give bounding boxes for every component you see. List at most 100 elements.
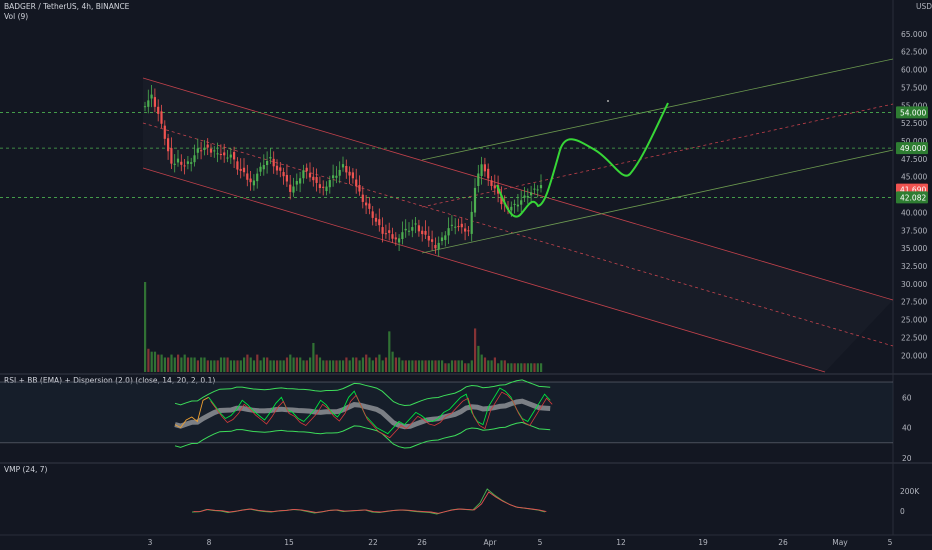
candle-body [282, 172, 285, 177]
volume-bar [239, 360, 242, 372]
candle-body [299, 178, 302, 184]
volume-bar [335, 360, 338, 372]
volume-bar [497, 363, 500, 372]
volume-bar [305, 360, 308, 372]
volume-bar [272, 360, 275, 372]
volume-bar [384, 357, 388, 372]
candle-body [411, 227, 414, 231]
volume-bar [368, 357, 371, 372]
candle-body [487, 168, 490, 179]
volume-bar [444, 363, 447, 372]
volume-bar [507, 363, 510, 372]
candle-body [368, 203, 371, 209]
candle-body [325, 186, 328, 192]
candle-body [355, 179, 358, 187]
candle-body [381, 227, 384, 234]
volume-bar [394, 357, 397, 372]
volume-bar [487, 360, 490, 372]
candle-body [239, 168, 242, 171]
candle-body [338, 169, 341, 176]
price-tick-label: 65.000 [901, 30, 927, 39]
volume-bar [536, 363, 539, 372]
rsi-tick-label: 40 [902, 424, 912, 433]
candle-body [523, 195, 526, 198]
candle-body [516, 204, 519, 207]
candle-body [374, 217, 378, 222]
time-tick-label: 15 [284, 538, 294, 547]
volume-bar [358, 360, 361, 372]
volume-bar [295, 357, 298, 372]
price-tick-label: 62.500 [901, 48, 927, 57]
candle-body [477, 173, 480, 187]
volume-bar [523, 363, 526, 372]
candle-body [388, 230, 391, 233]
time-tick-label: 26 [417, 538, 427, 547]
candle-body [249, 178, 252, 183]
candle-body [345, 166, 348, 173]
candle-body [398, 238, 401, 243]
price-tick-label: 25.000 [901, 316, 927, 325]
volume-bar [256, 354, 259, 372]
volume-bar [206, 360, 209, 372]
volume-bar [338, 360, 341, 372]
volume-bar [167, 357, 170, 372]
candle-body [160, 111, 163, 124]
rsi-band-fill [0, 382, 893, 443]
candle-body [285, 174, 288, 182]
volume-bar [292, 357, 295, 372]
volume-bar [157, 354, 160, 372]
candle-body [223, 152, 226, 156]
candle-body [266, 161, 269, 166]
rsi-tick-label: 60 [902, 393, 912, 402]
candle-body [513, 203, 516, 205]
candle-body [407, 230, 411, 232]
candle-body [341, 164, 345, 168]
candle-body [394, 237, 397, 240]
volume-bar [203, 357, 206, 372]
candle-body [176, 158, 180, 163]
symbol-title: BADGER / TetherUS, 4h, BINANCE [4, 2, 130, 11]
price-tick-label: 32.500 [901, 262, 927, 271]
volume-bar [450, 360, 454, 372]
candle-body [450, 224, 453, 226]
candle-body [213, 150, 216, 152]
volume-bar [216, 360, 219, 372]
volume-bar [219, 357, 223, 372]
candle-body [335, 175, 338, 178]
candle-body [536, 189, 539, 191]
volume-bar [163, 357, 166, 372]
volume-bar [186, 357, 190, 372]
candle-body [256, 173, 259, 182]
candle-body [305, 167, 308, 172]
volume-bar [398, 357, 401, 372]
marker-dot [607, 100, 609, 102]
candle-body [163, 125, 166, 139]
price-chart[interactable]: 65.00062.50060.00057.50055.00052.50050.0… [0, 0, 932, 550]
price-tick-label: 20.000 [901, 351, 927, 360]
time-tick-label: 19 [698, 538, 708, 547]
candle-body [464, 228, 467, 232]
candle-body [454, 226, 457, 228]
volume-bar [302, 360, 305, 372]
volume-bar [417, 360, 421, 372]
candle-body [233, 152, 236, 160]
volume-bar [427, 360, 430, 372]
volume-bar [371, 360, 374, 372]
candle-body [200, 150, 203, 152]
volume-bar [276, 360, 279, 372]
candle-body [417, 225, 420, 232]
volume-bar [516, 363, 520, 372]
volume-bar [391, 351, 394, 372]
price-tick-label: 45.000 [901, 173, 927, 182]
candle-body [391, 234, 394, 239]
volume-bar [493, 357, 496, 372]
price-tick-label: 52.500 [901, 119, 927, 128]
volume-bar [144, 282, 147, 372]
price-tick-label: 47.500 [901, 155, 927, 164]
volume-bar [437, 360, 440, 372]
volume-bar [441, 360, 444, 372]
price-tick-label: 30.000 [901, 280, 927, 289]
price-tick-label: 27.500 [901, 298, 927, 307]
volume-bar [233, 360, 236, 372]
vmp-tick-label: 0 [900, 507, 905, 516]
